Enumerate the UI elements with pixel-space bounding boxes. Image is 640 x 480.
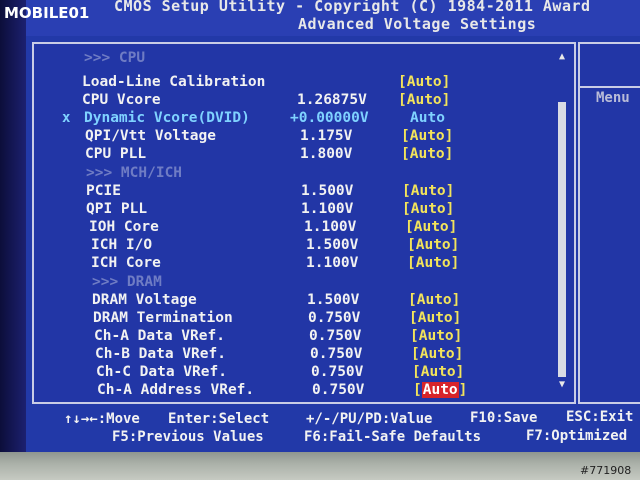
logo-text: MOBILE01: [4, 4, 89, 22]
setting-label: >>> MCH/ICH: [86, 165, 183, 181]
setting-row[interactable]: DRAM Voltage 1.500V [Auto]: [92, 292, 552, 310]
setting-option[interactable]: [Auto]: [409, 310, 461, 326]
setting-row[interactable]: Load-Line Calibration [Auto]: [82, 74, 542, 92]
setting-label: Dynamic Vcore(DVID): [84, 110, 250, 126]
setting-label: IOH Core: [89, 219, 159, 235]
setting-current-value: 1.26875V: [297, 92, 367, 108]
setting-current-value: 1.100V: [304, 219, 357, 235]
setting-row[interactable]: PCIE 1.500V [Auto]: [86, 183, 546, 201]
help-optimized-defaults: F7:Optimized: [526, 428, 628, 444]
setting-row[interactable]: Dynamic Vcore(DVID) x +0.00000V Auto: [62, 110, 544, 128]
setting-current-value: 0.750V: [308, 310, 361, 326]
bios-screen: CMOS Setup Utility - Copyright (C) 1984-…: [26, 0, 640, 452]
section-header: >>> MCH/ICH: [86, 165, 546, 183]
setting-current-value: 1.500V: [307, 292, 360, 308]
bracket: [: [413, 382, 422, 398]
setting-option[interactable]: [Auto]: [401, 146, 453, 162]
monitor-bezel-bottom: [0, 452, 640, 480]
setting-label: Ch-A Address VRef.: [97, 382, 255, 398]
setting-current-value: 1.500V: [306, 237, 359, 253]
help-previous-values: F5:Previous Values: [112, 429, 264, 445]
setting-option[interactable]: [Auto]: [408, 292, 460, 308]
setting-current-value: 1.500V: [301, 183, 354, 199]
help-failsafe-defaults: F6:Fail-Safe Defaults: [304, 429, 482, 445]
setting-row[interactable]: CPU PLL 1.800V [Auto]: [85, 146, 545, 164]
setting-label: DRAM Voltage: [92, 292, 197, 308]
setting-current-value: 0.750V: [309, 328, 362, 344]
mobile01-logo: MOBILE01: [4, 4, 89, 22]
setting-label: CPU Vcore: [82, 92, 161, 108]
setting-row[interactable]: IOH Core 1.100V [Auto]: [89, 219, 549, 237]
arrow-up-icon[interactable]: ▲: [556, 52, 568, 62]
setting-label: PCIE: [86, 183, 121, 199]
disabled-marker: x: [62, 110, 71, 126]
scrollbar-thumb[interactable]: [558, 102, 566, 377]
arrow-down-icon[interactable]: ▼: [556, 380, 568, 390]
setting-label: >>> DRAM: [92, 274, 162, 290]
setting-label: QPI/Vtt Voltage: [85, 128, 216, 144]
setting-label: CPU PLL: [85, 146, 147, 162]
section-header: >>> DRAM: [92, 274, 552, 292]
setting-row[interactable]: ICH Core 1.100V [Auto]: [91, 255, 551, 273]
setting-row[interactable]: QPI PLL 1.100V [Auto]: [86, 201, 546, 219]
setting-option[interactable]: [Auto]: [398, 92, 450, 108]
setting-option[interactable]: [Auto]: [407, 255, 459, 271]
help-value: +/-/PU/PD:Value: [306, 411, 433, 427]
key-help-bar: ↑↓→←:Move Enter:Select +/-/PU/PD:Value F…: [26, 404, 640, 452]
setting-option[interactable]: [Auto]: [402, 201, 454, 217]
setting-label: Ch-C Data VRef.: [96, 364, 227, 380]
setting-label: >>> CPU: [84, 50, 146, 66]
setting-current-value: 0.750V: [312, 382, 365, 398]
setting-label: QPI PLL: [86, 201, 148, 217]
setting-option[interactable]: [Auto]: [405, 219, 457, 235]
setting-current-value: 0.750V: [311, 364, 364, 380]
setting-row[interactable]: Ch-A Data VRef. 0.750V [Auto]: [94, 328, 554, 346]
setting-label: Load-Line Calibration: [82, 74, 266, 90]
setting-current-value: 1.100V: [306, 255, 359, 271]
setting-option[interactable]: [Auto]: [398, 74, 450, 90]
setting-row[interactable]: Ch-C Data VRef. 0.750V [Auto]: [96, 364, 556, 382]
help-save: F10:Save: [470, 410, 538, 426]
help-move: ↑↓→←:Move: [64, 411, 140, 427]
setting-option[interactable]: [Auto]: [412, 364, 464, 380]
menu-level-label: Menu: [596, 90, 630, 106]
setting-row[interactable]: Ch-B Data VRef. 0.750V [Auto]: [95, 346, 555, 364]
setting-option[interactable]: Auto: [410, 110, 445, 126]
setting-current-value: 0.750V: [310, 346, 363, 362]
setting-option[interactable]: [Auto]: [411, 346, 463, 362]
setting-label: DRAM Termination: [93, 310, 233, 326]
monitor-bezel-left: [0, 0, 26, 480]
page-title: Advanced Voltage Settings: [298, 15, 537, 33]
setting-row[interactable]: ICH I/O 1.500V [Auto]: [91, 237, 551, 255]
title-copyright: CMOS Setup Utility - Copyright (C) 1984-…: [114, 0, 591, 15]
item-help-panel: Menu: [578, 42, 640, 404]
setting-option-selected[interactable]: [Auto]: [413, 382, 467, 398]
help-select: Enter:Select: [168, 411, 270, 427]
setting-option[interactable]: [Auto]: [407, 237, 459, 253]
setting-option[interactable]: [Auto]: [402, 183, 454, 199]
bracket: ]: [458, 382, 468, 398]
photo-id-label: #771908: [580, 464, 632, 477]
setting-current-value: +0.00000V: [290, 110, 369, 126]
setting-current-value: 1.175V: [300, 128, 353, 144]
setting-row[interactable]: CPU Vcore 1.26875V [Auto]: [82, 92, 542, 110]
setting-option[interactable]: [Auto]: [410, 328, 462, 344]
settings-panel: >>> CPU Load-Line Calibration [Auto] CPU Vc…: [32, 42, 576, 404]
setting-label: ICH Core: [91, 255, 161, 271]
scrollbar[interactable]: ▲ ▼: [556, 52, 568, 392]
setting-label: ICH I/O: [91, 237, 153, 253]
setting-label: Ch-A Data VRef.: [94, 328, 225, 344]
setting-current-value: 1.100V: [301, 201, 354, 217]
setting-option[interactable]: [Auto]: [401, 128, 453, 144]
help-divider: [580, 86, 640, 88]
selected-option-text[interactable]: Auto: [421, 382, 459, 398]
section-header: >>> CPU: [84, 50, 544, 68]
setting-current-value: 1.800V: [300, 146, 353, 162]
setting-row[interactable]: DRAM Termination 0.750V [Auto]: [93, 310, 553, 328]
help-exit: ESC:Exit: [566, 409, 634, 425]
setting-row[interactable]: Ch-A Address VRef. 0.750V [Auto]: [97, 382, 557, 400]
setting-row[interactable]: QPI/Vtt Voltage 1.175V [Auto]: [85, 128, 545, 146]
setting-label: Ch-B Data VRef.: [95, 346, 226, 362]
